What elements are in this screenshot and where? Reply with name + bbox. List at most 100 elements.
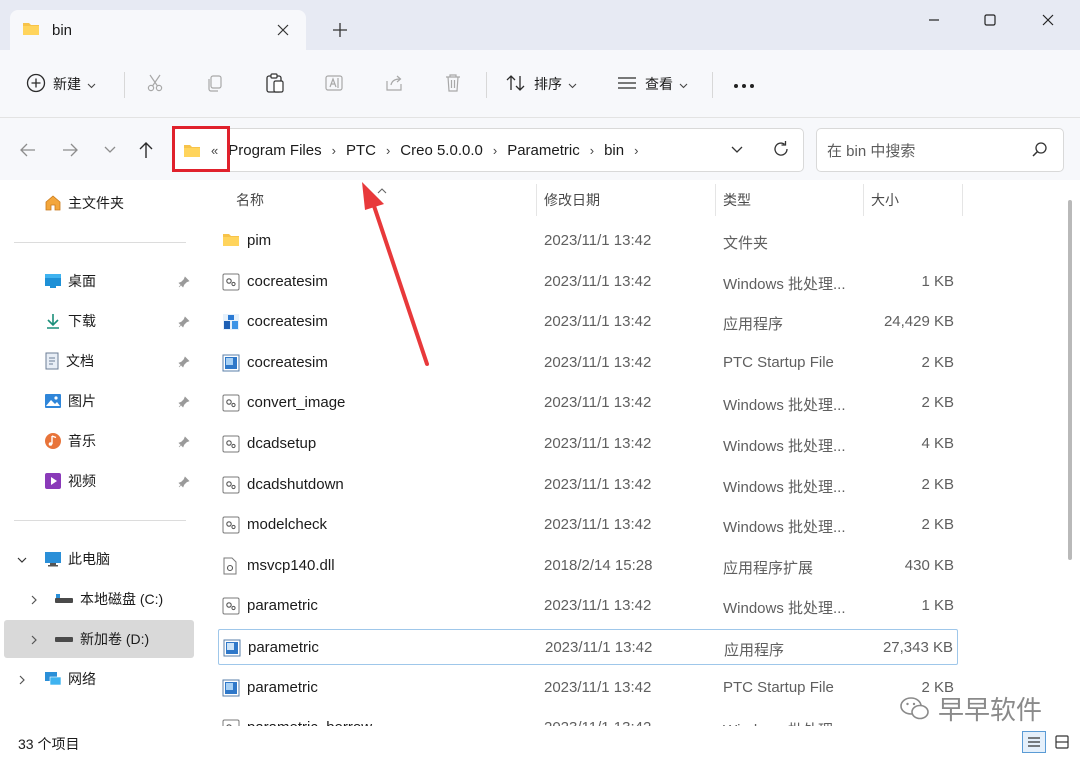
sidebar-item-desktop[interactable]: 桌面 [0, 262, 198, 300]
more-icon [733, 76, 755, 92]
up-arrow-icon[interactable] [134, 138, 158, 162]
tiles-view-icon[interactable] [1050, 731, 1074, 753]
new-tab-icon[interactable] [330, 20, 350, 40]
address-dropdown-icon[interactable] [729, 141, 745, 160]
column-header-type[interactable]: 类型 [723, 190, 751, 210]
chevron-right-icon[interactable]: › [380, 143, 396, 158]
ptc-startup-icon [222, 354, 240, 376]
pin-icon[interactable] [178, 475, 190, 491]
address-bar[interactable]: « Program Files › PTC › Creo 5.0.0.0 › P… [172, 128, 804, 172]
crumb-creo[interactable]: Creo 5.0.0.0 [396, 142, 487, 159]
file-name: cocreatesim [247, 353, 328, 371]
file-row[interactable]: dcadsetup 2023/11/1 13:42 Windows 批处理... 4 … [218, 426, 958, 462]
minimize-icon[interactable] [916, 6, 952, 34]
pin-icon[interactable] [178, 275, 190, 291]
maximize-icon[interactable] [972, 6, 1008, 34]
chevron-right-icon[interactable] [28, 633, 40, 645]
file-row[interactable]: cocreatesim 2023/11/1 13:42 应用程序 24,429 KB [218, 304, 958, 340]
delete-button[interactable] [443, 66, 463, 102]
file-name: cocreatesim [247, 313, 328, 331]
close-window-icon[interactable] [1030, 6, 1066, 34]
file-date: 2023/11/1 13:42 [545, 639, 653, 656]
view-button[interactable]: 查看 [616, 66, 688, 102]
new-button[interactable]: 新建 [26, 66, 96, 102]
sidebar-item-home[interactable]: 主文件夹 [0, 184, 198, 222]
batch-file-icon [222, 394, 240, 416]
file-date: 2023/11/1 13:42 [544, 475, 652, 493]
paste-button[interactable] [264, 66, 286, 102]
cut-button[interactable] [145, 66, 165, 102]
pin-icon[interactable] [178, 395, 190, 411]
tab-bin[interactable]: bin [10, 10, 306, 50]
close-tab-icon[interactable] [274, 21, 292, 39]
file-list-pane: 名称 修改日期 类型 大小 pim 2023/11/1 13:42 文件夹 cocre… [198, 180, 1080, 726]
chevron-right-icon[interactable] [28, 593, 40, 605]
pin-icon[interactable] [178, 315, 190, 331]
pictures-icon [44, 392, 62, 410]
sidebar-item-documents[interactable]: 文档 [0, 342, 198, 380]
sidebar-item-pictures[interactable]: 图片 [0, 382, 198, 420]
chevron-right-icon[interactable]: › [326, 143, 342, 158]
column-header-size[interactable]: 大小 [871, 190, 899, 210]
crumb-bin[interactable]: bin [600, 142, 628, 159]
file-row[interactable]: parametric 2023/11/1 13:42 应用程序 27,343 KB [218, 629, 958, 665]
refresh-icon[interactable] [771, 139, 791, 162]
sidebar-item-this-pc[interactable]: 此电脑 [0, 540, 198, 578]
file-row[interactable]: cocreatesim 2023/11/1 13:42 PTC Startup Fi… [218, 345, 958, 381]
sidebar-item-drive-d[interactable]: 新加卷 (D:) [4, 620, 194, 658]
pin-icon[interactable] [178, 435, 190, 451]
file-name: dcadshutdown [247, 475, 344, 493]
file-row[interactable]: cocreatesim 2023/11/1 13:42 Windows 批处理...… [218, 264, 958, 300]
rename-button[interactable] [323, 66, 345, 102]
file-type: Windows 批处理... [723, 519, 846, 537]
file-row[interactable]: parametric 2023/11/1 13:42 PTC Startup Fil… [218, 670, 958, 706]
recent-chevron-icon[interactable] [98, 138, 122, 162]
sidebar-item-label: 音乐 [68, 433, 96, 449]
column-divider[interactable] [536, 184, 537, 216]
search-input[interactable]: 在 bin 中搜索 [816, 128, 1064, 172]
tab-title: bin [52, 21, 73, 39]
column-divider[interactable] [962, 184, 963, 216]
vertical-scrollbar[interactable] [1068, 200, 1072, 560]
breadcrumb: « Program Files › PTC › Creo 5.0.0.0 › P… [183, 129, 644, 171]
file-row[interactable]: pim 2023/11/1 13:42 文件夹 [218, 223, 958, 259]
forward-arrow-icon[interactable] [58, 138, 82, 162]
search-icon[interactable] [1031, 141, 1049, 163]
column-header-name[interactable]: 名称 [236, 190, 264, 210]
chevron-down-icon[interactable] [16, 553, 28, 565]
copy-button[interactable] [205, 66, 225, 102]
sidebar-item-drive-c[interactable]: 本地磁盘 (C:) [0, 580, 198, 618]
chevron-right-icon[interactable] [16, 673, 28, 685]
sidebar-item-downloads[interactable]: 下载 [0, 302, 198, 340]
sidebar-item-network[interactable]: 网络 [0, 660, 198, 698]
crumb-program-files[interactable]: Program Files [224, 142, 325, 159]
app-file-icon [223, 639, 241, 661]
column-header-date[interactable]: 修改日期 [544, 190, 600, 210]
crumb-parametric[interactable]: Parametric [503, 142, 584, 159]
view-lines-icon [616, 74, 638, 95]
details-view-icon[interactable] [1022, 731, 1046, 753]
column-divider[interactable] [715, 184, 716, 216]
sort-button[interactable]: 排序 [505, 66, 577, 102]
file-type: Windows 批处理... [723, 600, 846, 618]
back-arrow-icon[interactable] [16, 138, 40, 162]
file-row[interactable]: msvcp140.dll 2018/2/14 15:28 应用程序扩展 430 KB [218, 548, 958, 584]
file-row[interactable]: convert_image 2023/11/1 13:42 Windows 批处理.… [218, 385, 958, 421]
chevron-right-icon[interactable]: › [628, 143, 644, 158]
pin-icon[interactable] [178, 355, 190, 371]
share-button[interactable] [383, 66, 405, 102]
more-options-button[interactable] [733, 66, 755, 102]
file-row[interactable]: parametric_borrow 2023/11/1 13:42 Windows … [218, 710, 958, 726]
crumb-ptc[interactable]: PTC [342, 142, 380, 159]
file-row[interactable]: dcadshutdown 2023/11/1 13:42 Windows 批处理..… [218, 467, 958, 503]
chevron-right-icon[interactable]: › [487, 143, 503, 158]
toolbar-divider [486, 72, 487, 98]
file-row[interactable]: modelcheck 2023/11/1 13:42 Windows 批处理... 2… [218, 507, 958, 543]
sidebar-item-music[interactable]: 音乐 [0, 422, 198, 460]
file-row[interactable]: parametric 2023/11/1 13:42 Windows 批处理... 1… [218, 588, 958, 624]
sidebar-item-label: 下载 [68, 313, 96, 329]
chevron-right-icon[interactable]: › [584, 143, 600, 158]
scissors-icon [145, 73, 165, 96]
column-divider[interactable] [863, 184, 864, 216]
sidebar-item-videos[interactable]: 视频 [0, 462, 198, 500]
